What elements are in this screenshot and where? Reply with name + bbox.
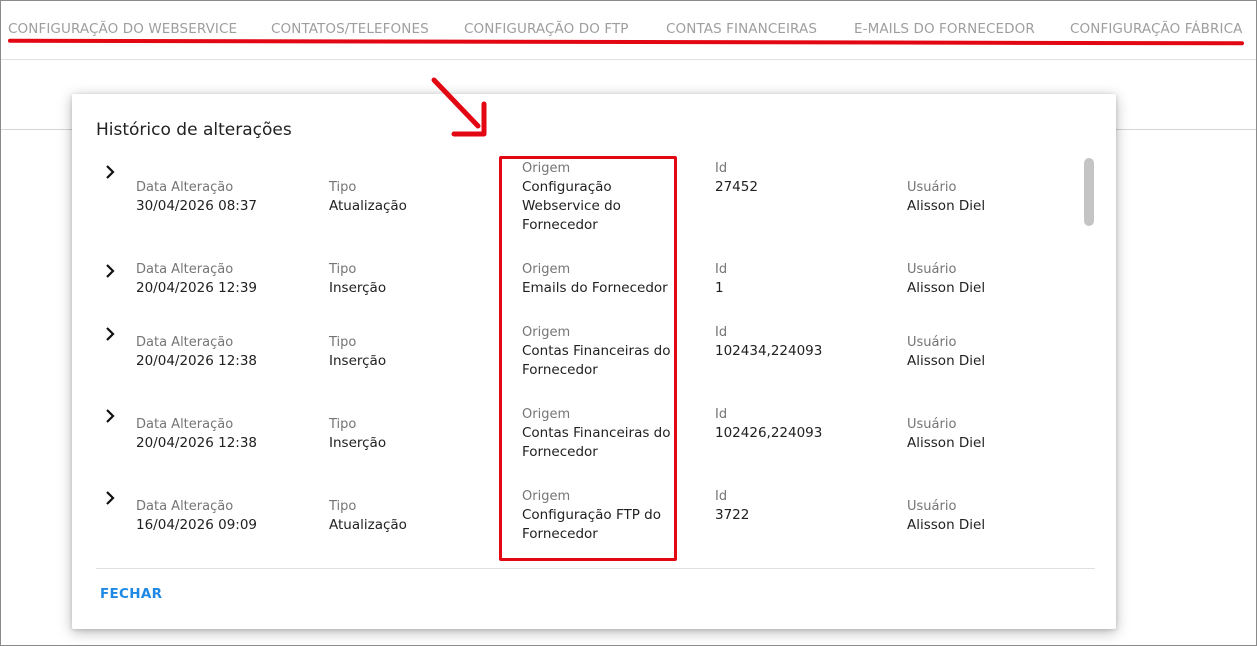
id-value: 3722 — [715, 507, 750, 523]
type-value: Atualização — [329, 198, 407, 214]
user-cell: Usuário Alisson Diel — [907, 260, 985, 298]
user-label: Usuário — [907, 417, 957, 432]
user-cell: Usuário Alisson Diel — [907, 497, 985, 535]
type-cell: Tipo Atualização — [329, 497, 407, 535]
id-label: Id — [715, 489, 728, 504]
chevron-right-icon[interactable] — [102, 326, 118, 342]
annotation-highlight-box — [499, 156, 677, 561]
chevron-right-icon[interactable] — [102, 490, 118, 506]
user-value: Alisson Diel — [907, 198, 986, 214]
id-cell: Id 102426,224093 — [715, 405, 822, 443]
user-value: Alisson Diel — [907, 517, 986, 533]
id-label: Id — [715, 262, 728, 277]
tab-ftp-config[interactable]: CONFIGURAÇÃO DO FTP — [464, 21, 629, 37]
chevron-right-icon[interactable] — [102, 263, 118, 279]
user-label: Usuário — [907, 180, 957, 195]
type-cell: Tipo Inserção — [329, 415, 386, 453]
date-cell: Data Alteração 16/04/2026 09:09 — [136, 497, 257, 535]
id-value: 27452 — [715, 179, 758, 195]
date-value: 20/04/2026 12:39 — [136, 280, 258, 296]
id-label: Id — [715, 407, 728, 422]
date-cell: Data Alteração 30/04/2026 08:37 — [136, 178, 257, 216]
type-label: Tipo — [329, 180, 357, 195]
tab-factory-config[interactable]: CONFIGURAÇÃO FÁBRICA — [1070, 21, 1242, 37]
type-value: Inserção — [329, 435, 387, 451]
type-label: Tipo — [329, 499, 357, 514]
type-value: Atualização — [329, 517, 407, 533]
id-cell: Id 3722 — [715, 487, 749, 525]
date-value: 30/04/2026 08:37 — [136, 198, 258, 214]
user-label: Usuário — [907, 262, 957, 277]
user-cell: Usuário Alisson Diel — [907, 415, 985, 453]
date-label: Data Alteração — [136, 262, 234, 277]
type-cell: Tipo Atualização — [329, 178, 407, 216]
date-label: Data Alteração — [136, 335, 234, 350]
scrollbar-thumb[interactable] — [1084, 158, 1094, 226]
type-label: Tipo — [329, 335, 357, 350]
id-cell: Id 1 — [715, 260, 727, 298]
id-value: 102434,224093 — [715, 343, 823, 359]
annotation-underline — [7, 38, 1245, 46]
tab-supplier-emails[interactable]: E-MAILS DO FORNECEDOR — [854, 21, 1035, 37]
user-value: Alisson Diel — [907, 435, 986, 451]
type-value: Inserção — [329, 280, 387, 296]
user-cell: Usuário Alisson Diel — [907, 333, 985, 371]
date-value: 16/04/2026 09:09 — [136, 517, 258, 533]
tab-bar: CONFIGURAÇÃO DO WEBSERVICE CONTATOS/TELE… — [0, 0, 1257, 60]
date-value: 20/04/2026 12:38 — [136, 435, 258, 451]
type-value: Inserção — [329, 353, 387, 369]
user-value: Alisson Diel — [907, 280, 986, 296]
chevron-right-icon[interactable] — [102, 408, 118, 424]
user-label: Usuário — [907, 499, 957, 514]
date-label: Data Alteração — [136, 499, 234, 514]
annotation-arrow-icon — [431, 77, 487, 137]
date-label: Data Alteração — [136, 417, 234, 432]
date-cell: Data Alteração 20/04/2026 12:38 — [136, 415, 257, 453]
date-value: 20/04/2026 12:38 — [136, 353, 258, 369]
tab-webservice-config[interactable]: CONFIGURAÇÃO DO WEBSERVICE — [8, 21, 237, 37]
chevron-right-icon[interactable] — [102, 164, 118, 180]
type-cell: Tipo Inserção — [329, 260, 386, 298]
id-label: Id — [715, 161, 728, 176]
id-cell: Id 102434,224093 — [715, 323, 822, 361]
dialog-divider — [96, 568, 1095, 569]
user-cell: Usuário Alisson Diel — [907, 178, 985, 216]
date-cell: Data Alteração 20/04/2026 12:39 — [136, 260, 257, 298]
id-label: Id — [715, 325, 728, 340]
tab-financial-accounts[interactable]: CONTAS FINANCEIRAS — [666, 21, 817, 37]
user-value: Alisson Diel — [907, 353, 986, 369]
date-cell: Data Alteração 20/04/2026 12:38 — [136, 333, 257, 371]
date-label: Data Alteração — [136, 180, 234, 195]
id-cell: Id 27452 — [715, 159, 758, 197]
type-label: Tipo — [329, 417, 357, 432]
type-cell: Tipo Inserção — [329, 333, 386, 371]
close-button[interactable]: FECHAR — [100, 586, 162, 602]
type-label: Tipo — [329, 262, 357, 277]
user-label: Usuário — [907, 335, 957, 350]
id-value: 102426,224093 — [715, 425, 823, 441]
tab-contacts-phones[interactable]: CONTATOS/TELEFONES — [271, 21, 429, 37]
id-value: 1 — [715, 280, 724, 296]
